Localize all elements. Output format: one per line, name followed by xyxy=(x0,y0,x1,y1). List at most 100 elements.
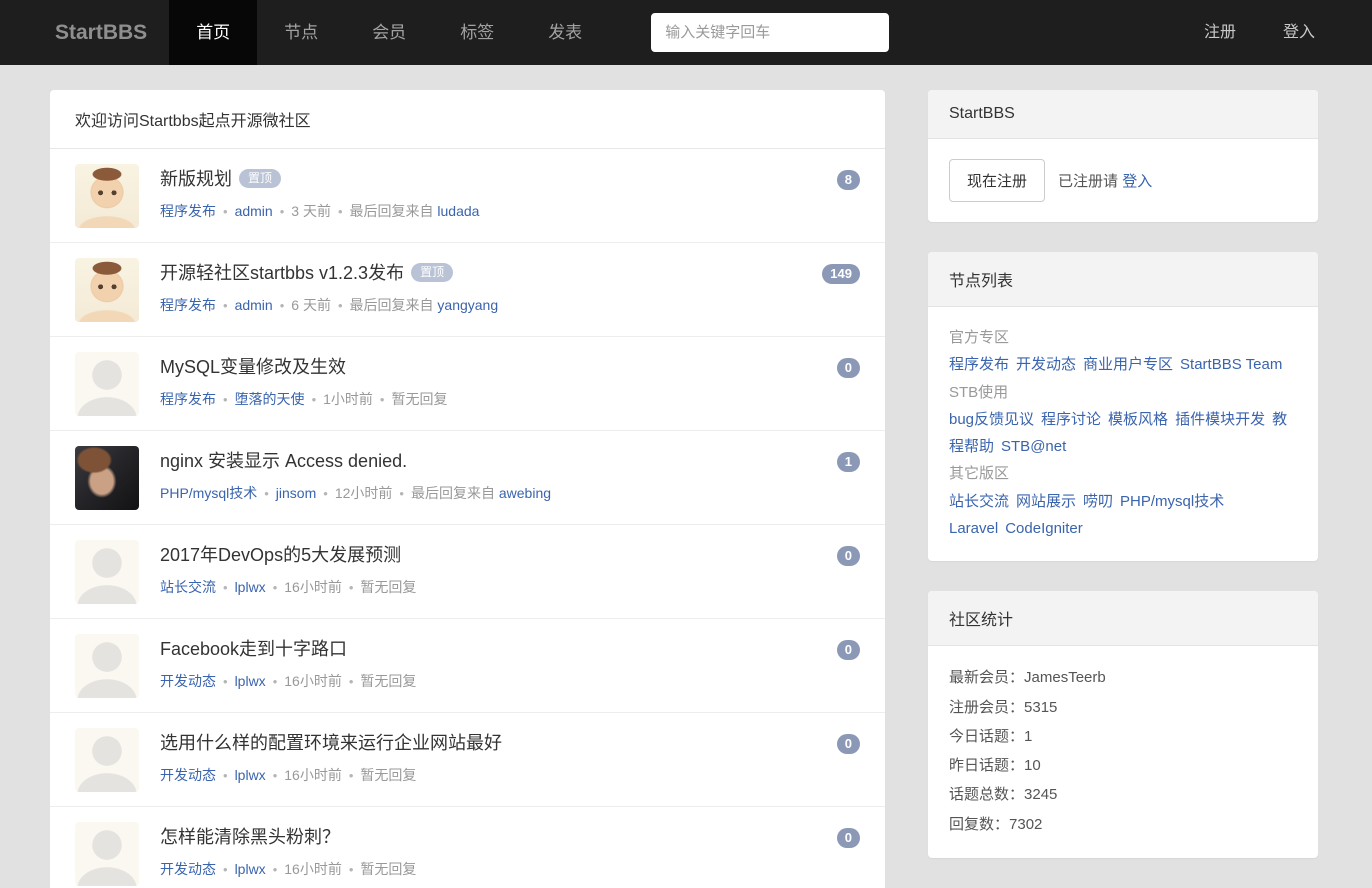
stat-label: 注册会员： xyxy=(949,699,1024,716)
stat-label: 话题总数： xyxy=(949,786,1024,803)
nodes-panel-title: 节点列表 xyxy=(928,252,1318,307)
topic-row: 2017年DevOps的5大发展预测 站长交流•lplwx•16小时前•暂无回复… xyxy=(50,525,885,619)
meta-dot: • xyxy=(223,674,228,689)
reply-count-badge[interactable]: 0 xyxy=(837,640,860,660)
reply-count-badge[interactable]: 0 xyxy=(837,358,860,378)
meta-dot: • xyxy=(399,486,404,501)
topic-author-link[interactable]: lplwx xyxy=(235,673,266,689)
topic-time: 16小时前 xyxy=(284,861,342,877)
node-link[interactable]: 插件模块开发 xyxy=(1175,411,1265,428)
stat-value: 7302 xyxy=(1009,816,1042,833)
nav-tab[interactable]: 会员 xyxy=(345,0,433,65)
topic-node-link[interactable]: 程序发布 xyxy=(160,391,216,407)
node-link[interactable]: 网站展示 xyxy=(1016,493,1076,510)
topic-meta: 程序发布•admin•6 天前•最后回复来自 yangyang xyxy=(160,295,822,315)
topic-reply-status: 暂无回复 xyxy=(391,391,447,407)
reply-count-badge[interactable]: 8 xyxy=(837,170,860,190)
reply-count-badge[interactable]: 0 xyxy=(837,734,860,754)
meta-dot: • xyxy=(223,580,228,595)
topic-node-link[interactable]: PHP/mysql技术 xyxy=(160,485,257,501)
topic-author-link[interactable]: lplwx xyxy=(235,579,266,595)
nav-tabs: 首页节点会员标签发表 xyxy=(169,0,609,65)
topic-list: 新版规划 置顶 程序发布•admin•3 天前•最后回复来自 ludada 8 … xyxy=(50,149,885,888)
meta-dot: • xyxy=(273,674,278,689)
welcome-title: 欢迎访问Startbbs起点开源微社区 xyxy=(50,90,885,149)
topic-author-link[interactable]: lplwx xyxy=(235,861,266,877)
user-avatar[interactable] xyxy=(75,164,139,228)
topic-time: 3 天前 xyxy=(291,203,331,219)
reply-count-badge[interactable]: 0 xyxy=(837,828,860,848)
user-avatar[interactable] xyxy=(75,728,139,792)
topic-title-link[interactable]: 怎样能清除黑头粉刺？ xyxy=(160,823,340,849)
node-link[interactable]: CodeIgniter xyxy=(1005,520,1083,537)
welcome-panel: StartBBS 现在注册 已注册请 登入 xyxy=(928,90,1318,222)
brand-logo[interactable]: StartBBS xyxy=(0,0,169,65)
topic-last-replier-link[interactable]: yangyang xyxy=(437,297,498,313)
topic-node-link[interactable]: 程序发布 xyxy=(160,203,216,219)
node-link[interactable]: 程序发布 xyxy=(949,356,1009,373)
topic-author-link[interactable]: admin xyxy=(235,203,273,219)
topic-author-link[interactable]: jinsom xyxy=(276,485,316,501)
meta-dot: • xyxy=(280,298,285,313)
auth-link[interactable]: 注册 xyxy=(1204,0,1236,65)
user-avatar[interactable] xyxy=(75,352,139,416)
topic-node-link[interactable]: 程序发布 xyxy=(160,297,216,313)
topic-node-link[interactable]: 开发动态 xyxy=(160,861,216,877)
topic-reply-status: 暂无回复 xyxy=(360,579,416,595)
meta-dot: • xyxy=(223,298,228,313)
reply-count-badge[interactable]: 1 xyxy=(837,452,860,472)
node-link[interactable]: 模板风格 xyxy=(1108,411,1168,428)
node-link[interactable]: STB@net xyxy=(1001,438,1066,455)
topic-title-link[interactable]: 2017年DevOps的5大发展预测 xyxy=(160,541,401,567)
registered-text: 已注册请 登入 xyxy=(1058,170,1152,191)
node-link[interactable]: 商业用户专区 xyxy=(1083,356,1173,373)
meta-dot: • xyxy=(273,768,278,783)
topic-node-link[interactable]: 开发动态 xyxy=(160,767,216,783)
node-link[interactable]: Laravel xyxy=(949,520,998,537)
node-link[interactable]: 开发动态 xyxy=(1016,356,1076,373)
topic-row: nginx 安装显示 Access denied. PHP/mysql技术 • ji… xyxy=(50,431,885,525)
node-link[interactable]: bug反馈见议 xyxy=(949,411,1034,428)
nav-tab[interactable]: 节点 xyxy=(257,0,345,65)
topic-row: 开源轻社区startbbs v1.2.3发布 置顶 程序发布•admin•6 天… xyxy=(50,243,885,337)
topic-title-link[interactable]: 选用什么样的配置环境来运行企业网站最好 xyxy=(160,729,502,755)
auth-link[interactable]: 登入 xyxy=(1283,0,1315,65)
topic-title-link[interactable]: 新版规划 xyxy=(160,165,232,191)
topic-title-link[interactable]: nginx 安装显示 Access denied. xyxy=(160,447,407,473)
node-link[interactable]: 站长交流 xyxy=(949,493,1009,510)
topic-author-link[interactable]: 堕落的天使 xyxy=(235,391,305,407)
stat-value: 10 xyxy=(1024,757,1041,774)
pinned-badge: 置顶 xyxy=(239,169,281,188)
topic-node-link[interactable]: 开发动态 xyxy=(160,673,216,689)
reply-count-badge[interactable]: 0 xyxy=(837,546,860,566)
topic-author-link[interactable]: lplwx xyxy=(235,767,266,783)
register-now-button[interactable]: 现在注册 xyxy=(949,159,1045,202)
user-avatar[interactable] xyxy=(75,446,139,510)
topic-author-link[interactable]: admin xyxy=(235,297,273,313)
login-link[interactable]: 登入 xyxy=(1122,173,1152,190)
nav-tab[interactable]: 发表 xyxy=(521,0,609,65)
topic-title-link[interactable]: MySQL变量修改及生效 xyxy=(160,353,346,379)
topic-last-replier-link[interactable]: ludada xyxy=(437,203,479,219)
search-input[interactable] xyxy=(651,13,889,52)
user-avatar[interactable] xyxy=(75,258,139,322)
topic-row: MySQL变量修改及生效 程序发布•堕落的天使•1小时前•暂无回复 0 xyxy=(50,337,885,431)
stat-label: 昨日话题： xyxy=(949,757,1024,774)
topic-node-link[interactable]: 站长交流 xyxy=(160,579,216,595)
reply-count-badge[interactable]: 149 xyxy=(822,264,860,284)
meta-dot: • xyxy=(312,392,317,407)
stat-value: 5315 xyxy=(1024,699,1057,716)
node-link[interactable]: StartBBS Team xyxy=(1180,356,1282,373)
node-link[interactable]: 程序讨论 xyxy=(1041,411,1101,428)
user-avatar[interactable] xyxy=(75,634,139,698)
nav-tab[interactable]: 标签 xyxy=(433,0,521,65)
node-link[interactable]: 唠叨 xyxy=(1083,493,1113,510)
topic-last-replier-link[interactable]: awebing xyxy=(499,485,551,501)
user-avatar[interactable] xyxy=(75,822,139,886)
nav-tab[interactable]: 首页 xyxy=(169,0,257,65)
topic-reply-status: 最后回复来自 xyxy=(411,485,495,501)
user-avatar[interactable] xyxy=(75,540,139,604)
node-link[interactable]: PHP/mysql技术 xyxy=(1120,493,1224,510)
topic-title-link[interactable]: 开源轻社区startbbs v1.2.3发布 xyxy=(160,259,404,285)
topic-title-link[interactable]: Facebook走到十字路口 xyxy=(160,635,347,661)
